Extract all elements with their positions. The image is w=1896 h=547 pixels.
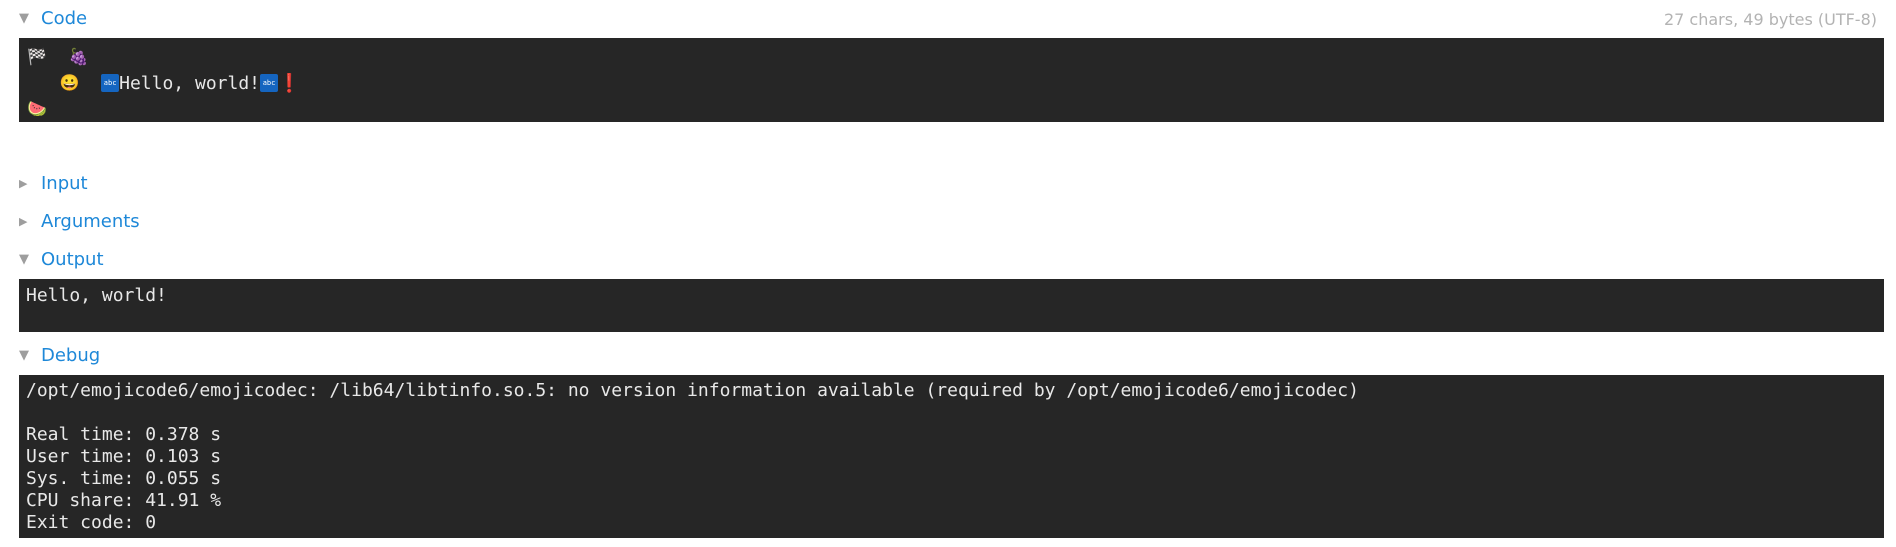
arguments-section-title[interactable]: Arguments [41,211,140,232]
debug-line: User time: 0.103 s [26,446,222,467]
triangle-right-icon[interactable]: ▶ [19,178,41,189]
code-string-text: Hello, world! [119,72,261,94]
debug-line: Sys. time: 0.055 s [26,468,222,489]
debug-line [26,402,1884,424]
output-section-title[interactable]: Output [41,249,104,270]
checkered-flag-icon: 🏁 [27,47,47,66]
output-box[interactable]: Hello, world! [19,279,1884,332]
code-line-3: 🍉 [27,96,1884,122]
debug-line: Real time: 0.378 s [26,424,222,445]
debug-line: /opt/emojicode6/emojicodec: /lib64/libti… [26,380,1359,401]
tio-run-page: ▼ Code 27 chars, 49 bytes (UTF-8) 🏁 🍇 😀 … [0,0,1896,547]
triangle-right-icon[interactable]: ▶ [19,216,41,227]
abc-icon: abc [260,74,279,92]
debug-section-header[interactable]: ▼ Debug [19,343,1877,367]
code-editor[interactable]: 🏁 🍇 😀 abc Hello, world! abc ❗ 🍉 [19,38,1884,122]
grinning-face-icon: 😀 [59,73,80,92]
grapes-icon: 🍇 [68,47,89,66]
code-line-2: 😀 abc Hello, world! abc ❗ [27,70,1884,96]
triangle-down-icon[interactable]: ▼ [19,253,41,266]
watermelon-icon: 🍉 [27,99,47,118]
debug-line: CPU share: 41.91 % [26,490,222,511]
code-section-title[interactable]: Code [41,8,87,29]
arguments-section-header[interactable]: ▶ Arguments [19,209,1877,233]
input-section-header[interactable]: ▶ Input [19,171,1877,195]
debug-box[interactable]: /opt/emojicode6/emojicodec: /lib64/libti… [19,375,1884,538]
input-section-title[interactable]: Input [41,173,88,194]
output-text: Hello, world! [26,285,167,306]
debug-section-title[interactable]: Debug [41,345,100,366]
code-stats: 27 chars, 49 bytes (UTF-8) [1663,10,1877,29]
abc-icon: abc [101,74,120,92]
code-line-1: 🏁 🍇 [27,44,1884,70]
exclamation-icon: ❗ [278,72,301,94]
code-section-header[interactable]: ▼ Code 27 chars, 49 bytes (UTF-8) [19,6,1877,30]
triangle-down-icon[interactable]: ▼ [19,12,41,25]
output-section-header[interactable]: ▼ Output [19,247,1877,271]
debug-line: Exit code: 0 [26,512,157,533]
triangle-down-icon[interactable]: ▼ [19,349,41,362]
